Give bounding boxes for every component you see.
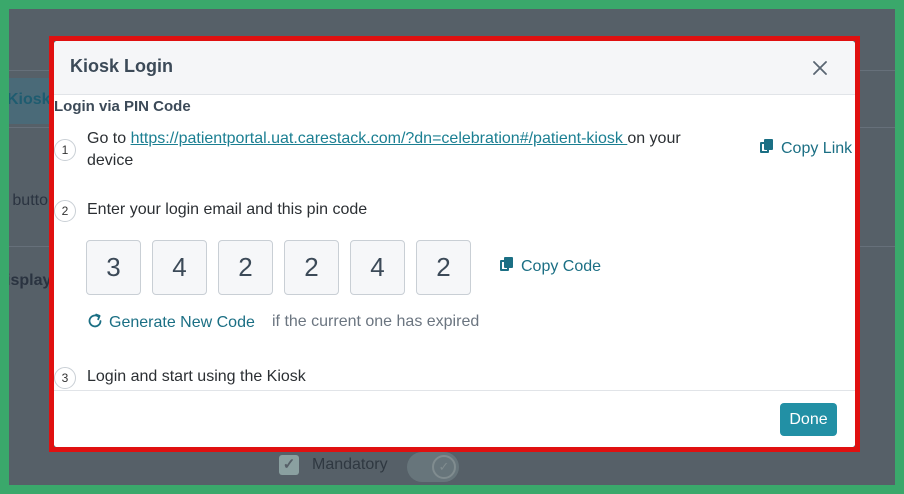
pin-digit: 3: [86, 240, 141, 295]
pin-digit: 2: [218, 240, 273, 295]
copy-code-button[interactable]: Copy Code: [500, 257, 601, 276]
close-button[interactable]: [807, 54, 833, 80]
mandatory-toggle: ✓: [407, 452, 459, 482]
pin-digit: 4: [350, 240, 405, 295]
copy-link-button[interactable]: Copy Link: [760, 139, 852, 158]
generate-hint: if the current one has expired: [272, 313, 480, 330]
background-fragment-button: ’ butto: [9, 192, 48, 209]
mandatory-label: Mandatory: [312, 456, 388, 473]
step-3-text: Login and start using the Kiosk: [87, 368, 306, 385]
mandatory-checkbox: ✓: [279, 455, 299, 475]
section-title: Login via PIN Code: [54, 98, 191, 115]
step-1-text: Go to https://patientportal.uat.carestac…: [87, 128, 727, 172]
step-2-text: Enter your login email and this pin code: [87, 201, 368, 218]
step-number: 3: [54, 367, 76, 389]
done-button[interactable]: Done: [780, 403, 837, 436]
pin-digit: 2: [416, 240, 471, 295]
pin-digit: 2: [284, 240, 339, 295]
modal-header: Kiosk Login: [54, 41, 855, 95]
close-icon: [813, 61, 827, 76]
step-number: 1: [54, 139, 76, 161]
pin-digit: 4: [152, 240, 207, 295]
generate-new-code-label: Generate New Code: [109, 314, 255, 331]
step-1-prefix: Go to: [87, 130, 131, 147]
background-fragment-display: isplay: [9, 272, 52, 289]
copy-icon: [500, 257, 514, 272]
step-number: 2: [54, 200, 76, 222]
patient-kiosk-link[interactable]: https://patientportal.uat.carestack.com/…: [131, 130, 628, 147]
kiosk-login-modal: Kiosk Login Login via PIN Code 1 Go to h…: [54, 41, 855, 447]
check-icon: ✓: [432, 455, 456, 479]
copy-link-label: Copy Link: [781, 140, 853, 157]
copy-code-label: Copy Code: [521, 258, 602, 275]
modal-title: Kiosk Login: [70, 56, 173, 76]
generate-new-code-button[interactable]: Generate New Code: [87, 313, 255, 332]
copy-icon: [760, 139, 774, 154]
refresh-icon: [88, 313, 102, 328]
background-tab-label: Kiosk: [9, 91, 51, 108]
modal-footer: Done: [54, 390, 855, 447]
